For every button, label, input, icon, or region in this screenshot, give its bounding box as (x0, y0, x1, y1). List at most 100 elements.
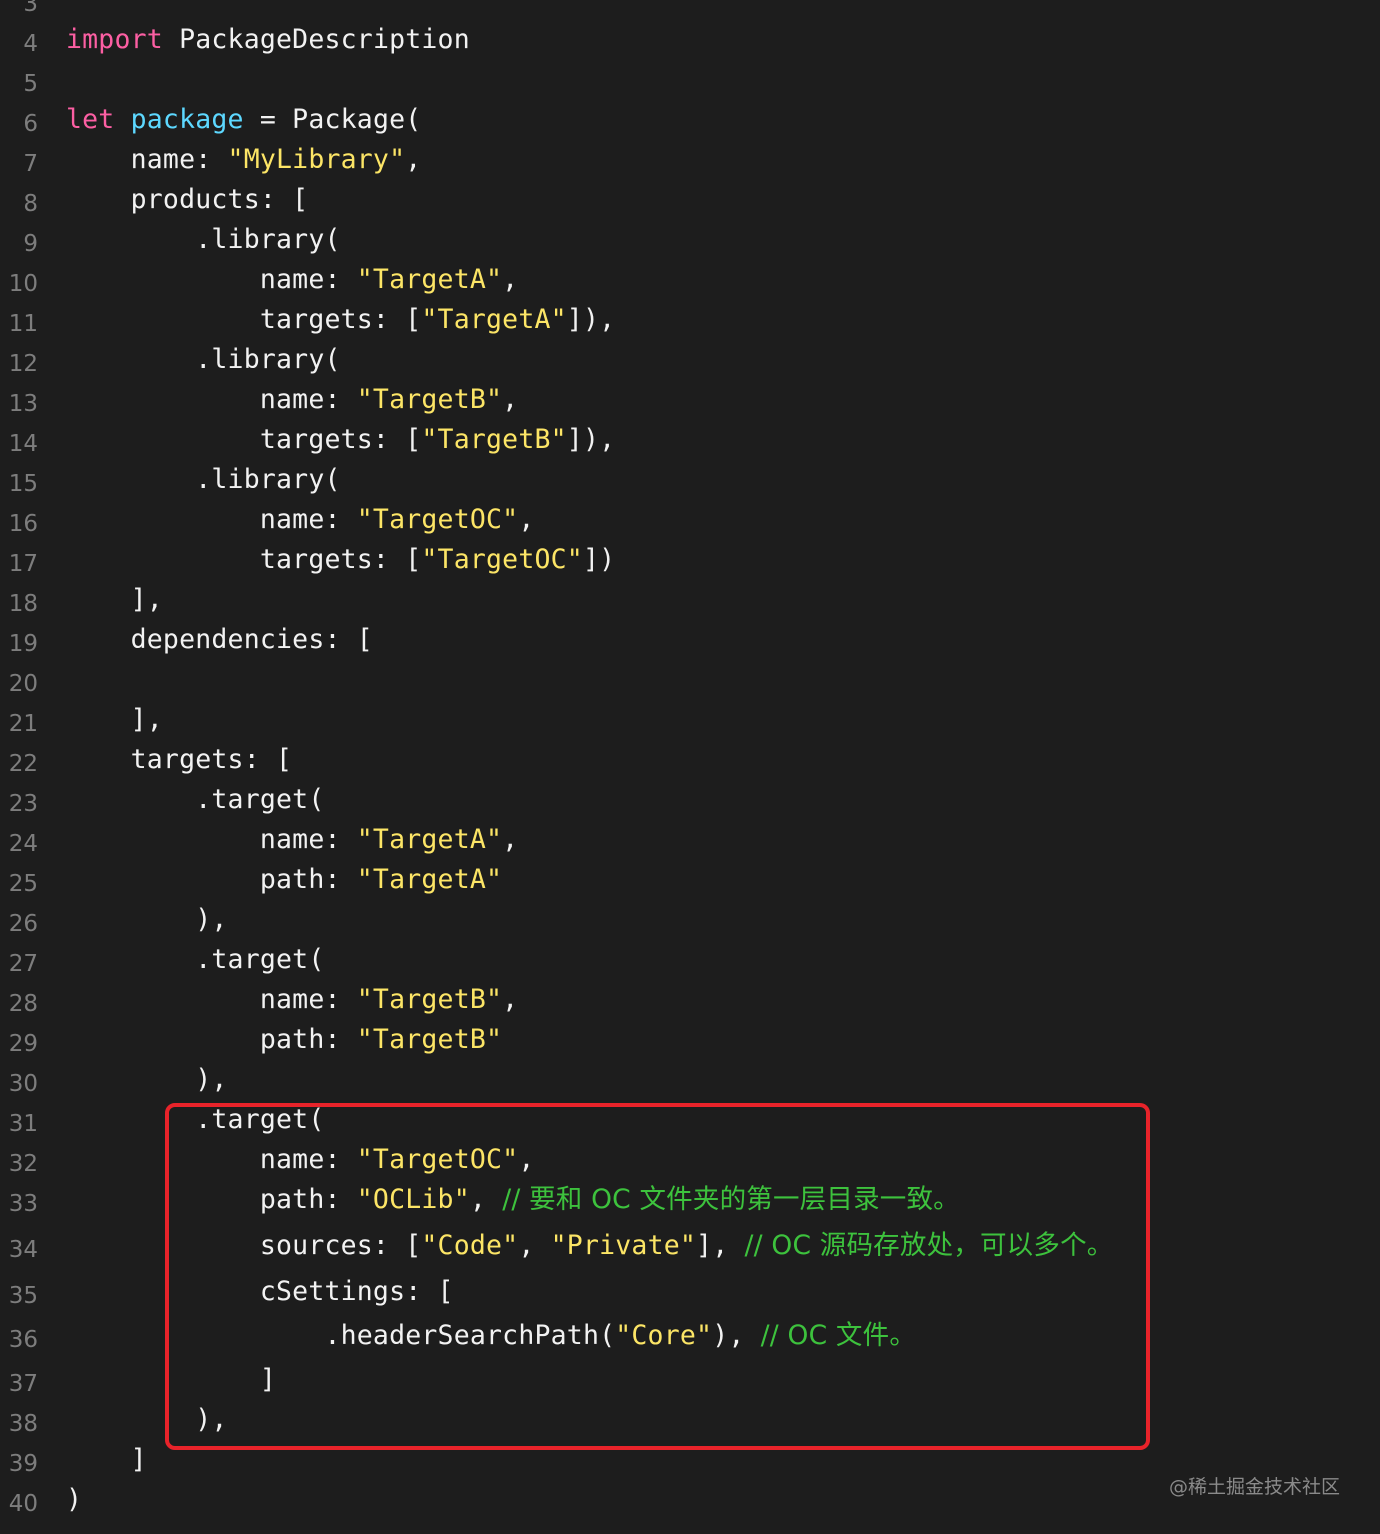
line-number: 34 (8, 1237, 38, 1263)
plain-token: ] (66, 1444, 147, 1475)
line-number: 30 (8, 1071, 38, 1097)
code-line[interactable]: 9 .library( (0, 220, 1380, 260)
code-text: .library( (66, 460, 341, 500)
code-line[interactable]: 14 targets: ["TargetB"]), (0, 420, 1380, 460)
code-line[interactable]: 27 .target( (0, 940, 1380, 980)
line-number: 27 (8, 951, 38, 977)
code-editor[interactable]: 3 4 import PackageDescription 5 6 let package… (0, 0, 1380, 1534)
identifier-token: package (130, 104, 244, 135)
code-line[interactable]: 6 let package = Package( (0, 100, 1380, 140)
code-line[interactable]: 8 products: [ (0, 180, 1380, 220)
plain-token: targets: [ (66, 744, 293, 775)
plain-token: , (502, 824, 519, 855)
string-token: "TargetA" (421, 304, 567, 335)
code-line[interactable]: 11 targets: ["TargetA"]), (0, 300, 1380, 340)
code-text: ], (66, 580, 163, 620)
line-number: 17 (8, 551, 38, 577)
code-line[interactable]: 7 name: "MyLibrary", (0, 140, 1380, 180)
code-text: targets: ["TargetOC"]) (66, 540, 615, 580)
code-text: path: "TargetB" (66, 1020, 502, 1060)
code-line[interactable]: 3 (0, 0, 1380, 20)
plain-token: ), (66, 904, 228, 935)
code-text: dependencies: [ (66, 620, 373, 660)
line-number: 4 (23, 31, 38, 57)
code-text: .library( (66, 340, 341, 380)
highlight-annotation-box (165, 1103, 1150, 1450)
code-line[interactable]: 18 ], (0, 580, 1380, 620)
code-line[interactable]: 22 targets: [ (0, 740, 1380, 780)
line-number: 22 (8, 751, 38, 777)
string-token: "TargetB" (356, 1024, 503, 1055)
line-number: 13 (8, 391, 38, 417)
plain-token: name: (66, 824, 357, 855)
code-text: targets: ["TargetA"]), (66, 300, 615, 340)
code-line[interactable]: 30 ), (0, 1060, 1380, 1100)
plain-token: products: [ (66, 184, 309, 215)
string-token: "TargetB" (356, 984, 503, 1015)
plain-token: , (502, 264, 519, 295)
line-number: 33 (8, 1191, 38, 1217)
code-line[interactable]: 16 name: "TargetOC", (0, 500, 1380, 540)
string-token: "TargetA" (356, 864, 503, 895)
plain-token: ), (66, 1064, 228, 1095)
line-number: 5 (23, 71, 38, 97)
plain-token: name: (66, 984, 357, 1015)
plain-token: name: (66, 384, 357, 415)
plain-token: name: (66, 504, 357, 535)
code-line[interactable]: 4 import PackageDescription (0, 20, 1380, 60)
plain-token: ], (66, 704, 163, 735)
plain-token: name: (66, 264, 357, 295)
code-line[interactable]: 20 (0, 660, 1380, 700)
line-number: 31 (8, 1111, 38, 1137)
plain-token: targets: [ (66, 304, 422, 335)
string-token: "TargetB" (356, 384, 503, 415)
code-line[interactable]: 12 .library( (0, 340, 1380, 380)
watermark: @稀土掘金技术社区 (1168, 1476, 1340, 1498)
line-number: 32 (8, 1151, 38, 1177)
code-line[interactable]: 28 name: "TargetB", (0, 980, 1380, 1020)
code-text: ), (66, 1060, 228, 1100)
string-token: "TargetB" (421, 424, 567, 455)
plain-token: .library( (66, 224, 341, 255)
line-number: 24 (8, 831, 38, 857)
plain-token: targets: [ (66, 544, 422, 575)
plain-token: , (502, 384, 519, 415)
code-text: ] (66, 1440, 147, 1480)
code-line[interactable]: 5 (0, 60, 1380, 100)
line-number: 39 (8, 1451, 38, 1477)
plain-token: ], (66, 584, 163, 615)
plain-token: , (518, 504, 535, 535)
code-text: ) (66, 1480, 82, 1520)
code-line[interactable]: 23 .target( (0, 780, 1380, 820)
code-line[interactable]: 10 name: "TargetA", (0, 260, 1380, 300)
plain-token: PackageDescription (162, 24, 470, 55)
code-line[interactable]: 21 ], (0, 700, 1380, 740)
code-line[interactable]: 24 name: "TargetA", (0, 820, 1380, 860)
code-line[interactable]: 25 path: "TargetA" (0, 860, 1380, 900)
plain-token: name: (66, 144, 228, 175)
line-number: 29 (8, 1031, 38, 1057)
string-token: "MyLibrary" (227, 144, 406, 175)
code-line[interactable]: 15 .library( (0, 460, 1380, 500)
line-number: 38 (8, 1411, 38, 1437)
code-line[interactable]: 19 dependencies: [ (0, 620, 1380, 660)
string-token: "TargetA" (356, 824, 503, 855)
plain-token: targets: [ (66, 424, 422, 455)
plain-token: = Package( (243, 104, 422, 135)
line-number: 8 (23, 191, 38, 217)
line-number: 9 (23, 231, 38, 257)
code-text: .library( (66, 220, 341, 260)
plain-token: path: (66, 864, 357, 895)
line-number: 16 (8, 511, 38, 537)
code-line[interactable]: 13 name: "TargetB", (0, 380, 1380, 420)
code-text: name: "TargetOC", (66, 500, 534, 540)
line-number: 36 (8, 1327, 38, 1353)
code-line[interactable]: 17 targets: ["TargetOC"]) (0, 540, 1380, 580)
code-line[interactable]: 26 ), (0, 900, 1380, 940)
line-number: 6 (23, 111, 38, 137)
code-text: .target( (66, 940, 324, 980)
line-number: 7 (23, 151, 38, 177)
code-line[interactable]: 29 path: "TargetB" (0, 1020, 1380, 1060)
string-token: "TargetOC" (356, 504, 519, 535)
